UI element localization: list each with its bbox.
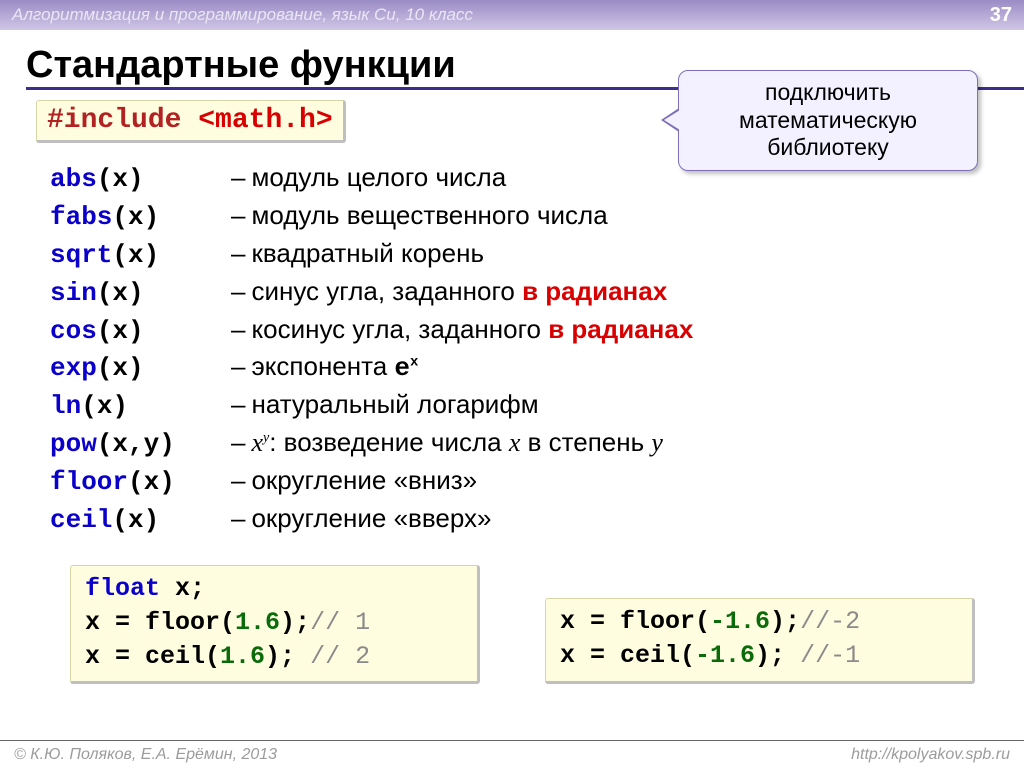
code-text: x = ceil( <box>560 641 695 670</box>
function-signature: cos(x) <box>50 314 225 350</box>
keyword-type: float <box>85 574 160 603</box>
function-description: экспонента ex <box>251 351 418 381</box>
code-text: ); <box>280 608 310 637</box>
function-description: xy: возведение числа x в степень y <box>251 427 662 457</box>
function-description: округление «вверх» <box>251 503 491 533</box>
function-signature: floor(x) <box>50 465 225 501</box>
dash-separator: – <box>231 427 245 457</box>
function-row: cos(x)–косинус угла, заданного в радиана… <box>50 312 693 350</box>
dash-separator: – <box>231 314 245 344</box>
example-box-right: x = floor(-1.6);//-2 x = ceil(-1.6); //-… <box>545 598 975 684</box>
course-title: Алгоритмизация и программирование, язык … <box>12 5 473 25</box>
code-line: x = ceil(-1.6); //-1 <box>560 639 958 673</box>
function-description: синус угла, заданного в радианах <box>251 276 667 306</box>
dash-separator: – <box>231 238 245 268</box>
code-text: ); <box>770 607 800 636</box>
footer-bar: © К.Ю. Поляков, Е.А. Ерёмин, 2013 http:/… <box>0 740 1024 768</box>
function-list: abs(x)–модуль целого числаfabs(x)–модуль… <box>50 160 693 539</box>
code-line: x = ceil(1.6); // 2 <box>85 640 463 674</box>
function-row: ln(x)–натуральный логарифм <box>50 387 693 425</box>
dash-separator: – <box>231 389 245 419</box>
function-row: sin(x)–синус угла, заданного в радианах <box>50 274 693 312</box>
code-comment: //-1 <box>800 641 860 670</box>
number-literal: 1.6 <box>235 608 280 637</box>
function-description: модуль вещественного числа <box>251 200 607 230</box>
include-directive-box: #include <math.h> <box>36 100 346 143</box>
code-text: ); <box>265 642 310 671</box>
function-description: модуль целого числа <box>251 162 506 192</box>
dash-separator: – <box>231 465 245 495</box>
callout-tooltip: подключить математическую библиотеку <box>678 70 978 171</box>
dash-separator: – <box>231 276 245 306</box>
function-signature: sin(x) <box>50 276 225 312</box>
example-box-left: float x; x = floor(1.6);// 1 x = ceil(1.… <box>70 565 480 684</box>
function-row: fabs(x)–модуль вещественного числа <box>50 198 693 236</box>
function-signature: fabs(x) <box>50 200 225 236</box>
dash-separator: – <box>231 200 245 230</box>
function-row: pow(x,y)–xy: возведение числа x в степен… <box>50 425 693 463</box>
number-literal: -1.6 <box>710 607 770 636</box>
code-text: x = ceil( <box>85 642 220 671</box>
code-comment: // 2 <box>310 642 370 671</box>
code-line: x = floor(-1.6);//-2 <box>560 605 958 639</box>
code-comment: //-2 <box>800 607 860 636</box>
code-text: x = floor( <box>560 607 710 636</box>
function-row: floor(x)–округление «вниз» <box>50 463 693 501</box>
function-description: квадратный корень <box>251 238 484 268</box>
function-description: округление «вниз» <box>251 465 477 495</box>
include-library: <math.h> <box>198 105 332 136</box>
include-directive: #include <box>47 105 181 136</box>
number-literal: -1.6 <box>695 641 755 670</box>
function-signature: exp(x) <box>50 351 225 387</box>
code-line: x = floor(1.6);// 1 <box>85 606 463 640</box>
number-literal: 1.6 <box>220 642 265 671</box>
function-row: ceil(x)–округление «вверх» <box>50 501 693 539</box>
function-row: exp(x)–экспонента ex <box>50 349 693 387</box>
dash-separator: – <box>231 503 245 533</box>
footer-left: © К.Ю. Поляков, Е.А. Ерёмин, 2013 <box>14 746 277 764</box>
function-signature: ceil(x) <box>50 503 225 539</box>
function-description: косинус угла, заданного в радианах <box>251 314 693 344</box>
function-signature: pow(x,y) <box>50 427 225 463</box>
code-comment: // 1 <box>310 608 370 637</box>
code-text: x = floor( <box>85 608 235 637</box>
dash-separator: – <box>231 162 245 192</box>
header-bar: Алгоритмизация и программирование, язык … <box>0 0 1024 30</box>
function-row: abs(x)–модуль целого числа <box>50 160 693 198</box>
code-text: x; <box>160 574 205 603</box>
code-text: ); <box>755 641 800 670</box>
function-signature: ln(x) <box>50 389 225 425</box>
function-signature: abs(x) <box>50 162 225 198</box>
page-number: 37 <box>990 4 1012 27</box>
function-description: натуральный логарифм <box>251 389 538 419</box>
code-line: float x; <box>85 572 463 606</box>
dash-separator: – <box>231 351 245 381</box>
function-row: sqrt(x)–квадратный корень <box>50 236 693 274</box>
function-signature: sqrt(x) <box>50 238 225 274</box>
footer-right: http://kpolyakov.spb.ru <box>851 746 1010 764</box>
